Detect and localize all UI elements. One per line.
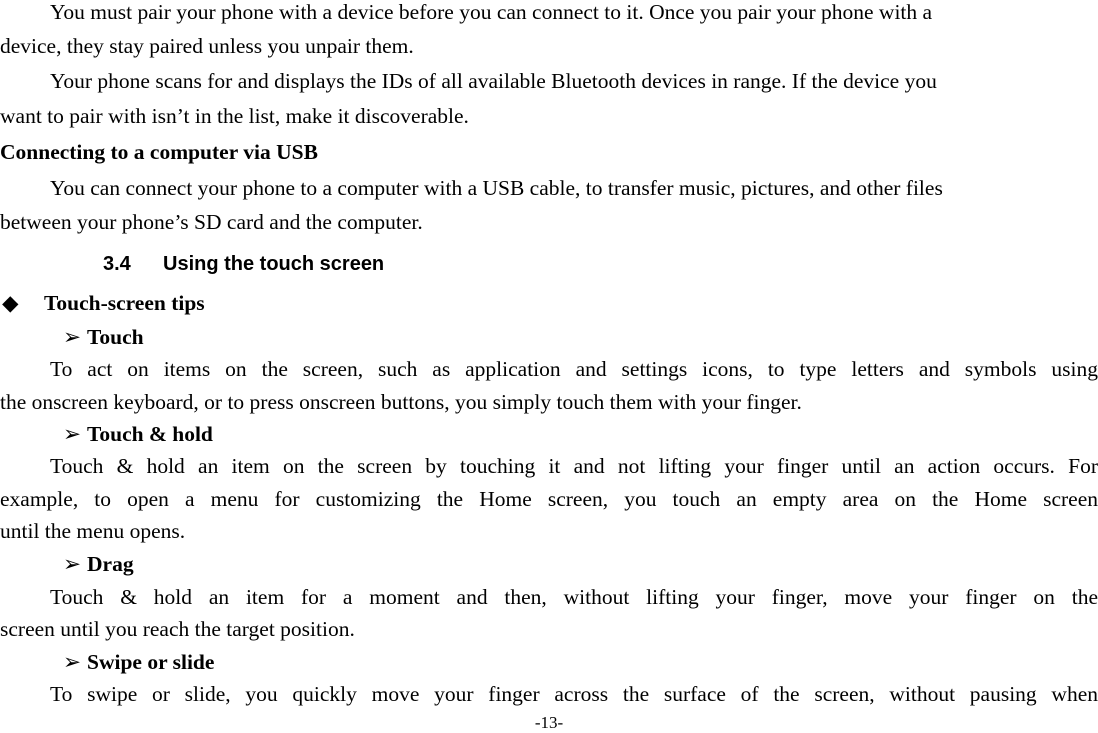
paragraph-line: To act on items on the screen, such as a… [50,357,1098,381]
tip-title: Touch [87,325,144,349]
section-number: 3.4 [103,253,131,275]
tip-title: Touch & hold [87,422,213,446]
arrow-bullet-icon: ➢ [63,422,82,446]
paragraph-line: between your phone’s SD card and the com… [0,210,423,234]
tip-title: Drag [87,552,134,576]
paragraph-line: want to pair with isn’t in the list, mak… [0,104,469,128]
arrow-bullet-icon: ➢ [63,552,82,576]
tips-heading: Touch-screen tips [44,291,205,315]
section-title: Using the touch screen [163,253,385,275]
paragraph-line: You can connect your phone to a computer… [50,176,943,200]
arrow-bullet-icon: ➢ [63,650,82,674]
paragraph-line: You must pair your phone with a device b… [50,0,933,24]
paragraph-line: Touch & hold an item on the screen by to… [50,454,1098,478]
paragraph-line: example, to open a menu for customizing … [0,487,1098,511]
page-number: -13- [534,713,564,732]
paragraph-line: device, they stay paired unless you unpa… [0,34,414,58]
arrow-bullet-icon: ➢ [63,325,82,349]
paragraph-line: until the menu opens. [0,519,186,543]
paragraph-line: screen until you reach the target positi… [0,617,355,641]
tip-title: Swipe or slide [87,650,215,674]
usb-heading: Connecting to a computer via USB [0,140,318,164]
paragraph-line: To swipe or slide, you quickly move your… [50,682,1098,706]
paragraph-line: Your phone scans for and displays the ID… [50,69,937,93]
paragraph-line: the onscreen keyboard, or to press onscr… [0,390,802,414]
paragraph-line: Touch & hold an item for a moment and th… [50,585,1098,609]
diamond-bullet-icon: ◆ [2,291,19,315]
